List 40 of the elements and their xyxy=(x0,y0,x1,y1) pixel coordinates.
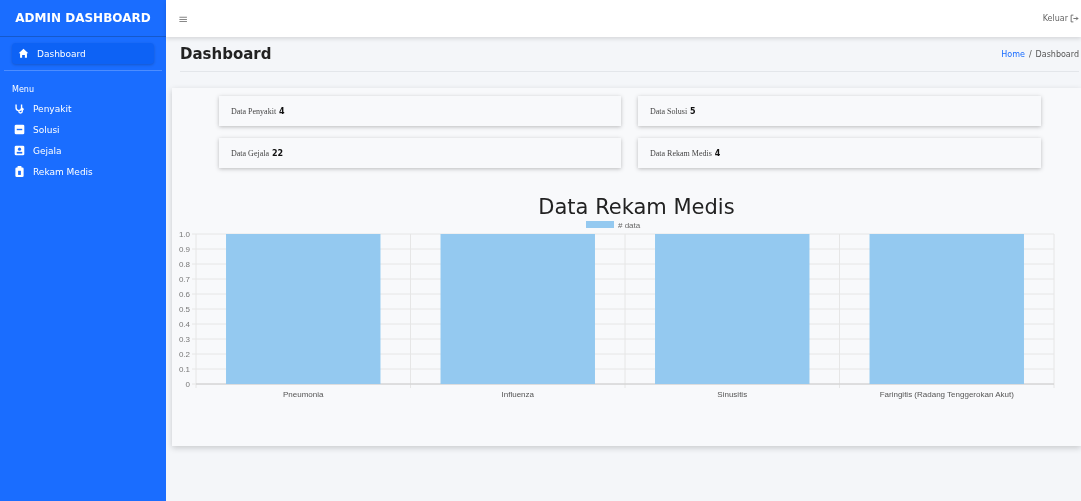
breadcrumb-separator: / xyxy=(1028,49,1032,59)
breadcrumb-link[interactable]: Home xyxy=(1001,49,1025,59)
clipboard-icon xyxy=(14,166,25,177)
menu-toggle[interactable]: ≡ xyxy=(178,11,189,26)
axis-tick-label: 0 xyxy=(185,380,190,389)
home-icon xyxy=(18,48,29,59)
stat-card: Data Gejala 22 xyxy=(219,138,621,168)
id-card-icon xyxy=(14,145,25,156)
axis-tick-label: 0.6 xyxy=(178,290,190,299)
axis-tick-label: 1.0 xyxy=(178,230,190,239)
stat-card: Data Rekam Medis 4 xyxy=(638,138,1041,168)
sidebar-item[interactable]: Solusi xyxy=(8,119,158,140)
sidebar-item[interactable]: Penyakit xyxy=(8,98,158,119)
axis-tick-label: 0.7 xyxy=(178,275,190,284)
axis-category-label: Faringitis (Radang Tenggerokan Akut) xyxy=(879,390,1014,399)
sidebar-item[interactable]: Dashboard xyxy=(12,43,154,64)
axis-category-label: Influenza xyxy=(501,390,534,399)
sidebar-item[interactable]: Gejala xyxy=(8,140,158,161)
sidebar-item[interactable]: Rekam Medis xyxy=(8,161,158,182)
chart-legend: # data xyxy=(586,221,641,230)
minus-square-icon xyxy=(14,124,25,135)
axis-category-label: Pneumonia xyxy=(283,390,324,399)
axis-tick-label: 0.5 xyxy=(178,305,190,314)
axis-tick-label: 0.2 xyxy=(178,350,190,359)
legend-label: # data xyxy=(618,221,641,230)
menu-heading: Menu xyxy=(11,84,35,96)
logout-link[interactable]: Keluar xyxy=(1042,14,1081,23)
axis-tick-label: 0.9 xyxy=(178,245,190,254)
breadcrumb-current: Dashboard xyxy=(1035,49,1079,59)
logout-icon xyxy=(1070,14,1079,23)
axis-tick-label: 0.1 xyxy=(178,365,190,374)
stat-card: Data Penyakit 4 xyxy=(219,96,621,126)
axis-tick-label: 0.4 xyxy=(178,320,190,329)
stethoscope-icon xyxy=(14,103,25,114)
page-title: Dashboard xyxy=(180,45,272,63)
axis-tick-label: 0.3 xyxy=(178,335,190,344)
stat-card: Data Solusi 5 xyxy=(638,96,1041,126)
axis-category-label: Sinusitis xyxy=(717,390,748,399)
axis-tick-label: 0.8 xyxy=(178,260,190,269)
chart-title: Data Rekam Medis xyxy=(537,195,736,219)
